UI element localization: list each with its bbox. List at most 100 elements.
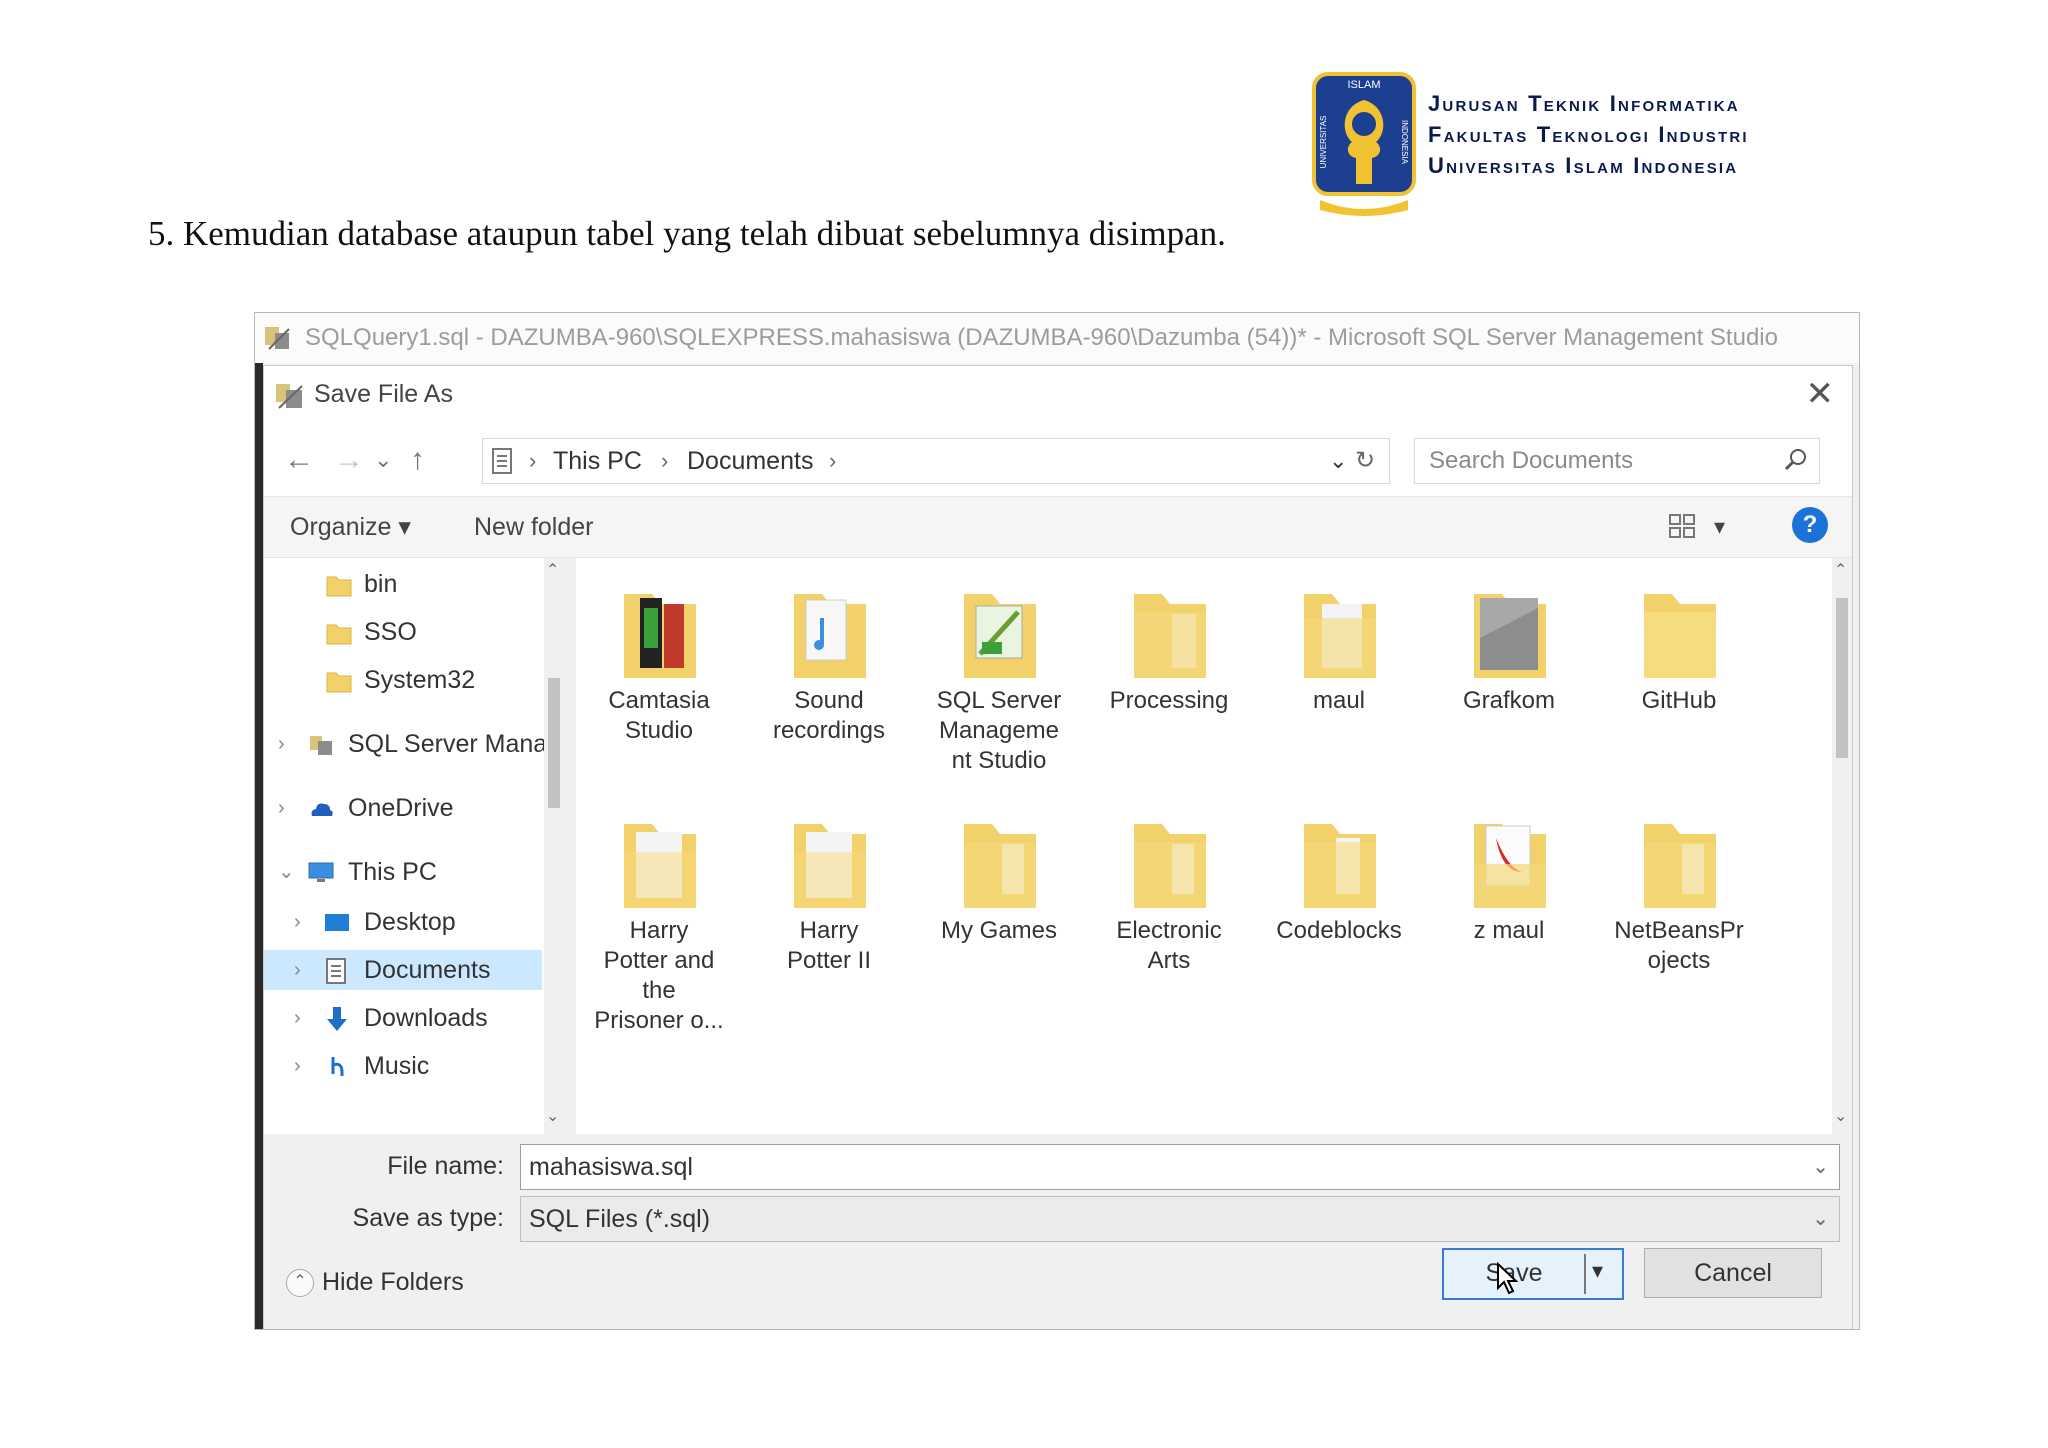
address-bar[interactable]: › This PC › Documents › ⌄ ↻ [482, 438, 1390, 484]
save-type-label: Save as type: [352, 1204, 504, 1232]
institution-line-1: Jurusan Teknik Informatika [1428, 91, 1740, 116]
nav-item-documents[interactable]: › Documents [264, 950, 542, 990]
cancel-button[interactable]: Cancel [1644, 1248, 1822, 1298]
address-dropdown-button[interactable]: ⌄ [1329, 445, 1347, 477]
search-box[interactable]: Search Documents [1414, 438, 1820, 484]
breadcrumb-this-pc[interactable]: This PC [553, 445, 642, 477]
scrollbar-thumb[interactable] [1836, 598, 1848, 758]
save-button[interactable]: Save ▾ [1442, 1248, 1624, 1300]
chevron-right-icon[interactable]: › [294, 950, 301, 990]
nav-item-bin[interactable]: bin [264, 564, 564, 604]
logo-text-top: ISLAM [1347, 79, 1380, 91]
up-button[interactable]: ↑ [410, 438, 425, 482]
nav-item-system32[interactable]: System32 [264, 660, 564, 700]
documents-icon [492, 448, 512, 474]
institution-header: Jurusan Teknik Informatika Fakultas Tekn… [1428, 88, 1749, 181]
editor-edge [255, 363, 263, 1329]
desktop-icon [325, 914, 349, 931]
scroll-up-icon[interactable]: ⌃ [546, 560, 559, 580]
recent-locations-button[interactable]: ⌄ [374, 438, 392, 482]
chevron-down-icon[interactable]: ⌄ [278, 852, 295, 892]
dialog-title: Save File As [314, 380, 453, 408]
chevron-right-icon[interactable]: › [294, 902, 301, 942]
folder-icon [1304, 594, 1376, 678]
nav-item-desktop[interactable]: › Desktop [264, 902, 564, 942]
breadcrumb-separator-icon: › [829, 448, 837, 473]
folder-icon [624, 824, 696, 908]
grafkom-folder-icon [1474, 594, 1546, 678]
navigation-bar: ← → ⌄ ↑ › This PC › Documents › ⌄ ↻ Sear… [264, 426, 1852, 496]
scrollbar-thumb[interactable] [548, 678, 560, 808]
command-bar: Organize ▾ New folder ▾ ? [264, 496, 1852, 558]
music-folder-icon [794, 594, 866, 678]
back-button[interactable]: ← [284, 438, 314, 482]
file-list: Camtasia Studio Sound recordings SQL Ser… [576, 558, 1832, 1134]
scroll-down-icon[interactable]: ⌄ [546, 1106, 559, 1126]
refresh-button[interactable]: ↻ [1355, 445, 1375, 477]
nav-item-this-pc[interactable]: ⌄ This PC [264, 852, 564, 892]
file-name-value: mahasiswa.sql [529, 1153, 693, 1181]
cloud-icon [311, 803, 333, 816]
chevron-right-icon[interactable]: › [294, 998, 301, 1038]
file-list-scrollbar[interactable]: ⌃ ⌄ [1832, 558, 1852, 1134]
documents-icon [326, 958, 346, 984]
organize-button[interactable]: Organize ▾ [290, 511, 411, 543]
download-arrow-icon [327, 1007, 347, 1031]
forward-button[interactable]: → [334, 438, 364, 482]
file-name-input[interactable]: mahasiswa.sql ⌄ [520, 1144, 1840, 1190]
screenshot-frame: SQLQuery1.sql - DAZUMBA-960\SQLEXPRESS.m… [254, 312, 1860, 1330]
breadcrumb-documents[interactable]: Documents [687, 445, 813, 477]
folder-icon [794, 824, 866, 908]
ssms-app-icon [265, 327, 290, 350]
chevron-down-icon[interactable]: ⌄ [1812, 1203, 1829, 1235]
nav-item-sso[interactable]: SSO [264, 612, 564, 652]
folder-icon [326, 672, 352, 693]
instruction-step: 5. Kemudian database ataupun tabel yang … [148, 214, 1226, 253]
save-type-select[interactable]: SQL Files (*.sql) ⌄ [520, 1196, 1840, 1242]
close-button[interactable]: ✕ [1806, 374, 1835, 414]
nav-item-downloads[interactable]: › Downloads [264, 998, 564, 1038]
sql-folder-icon [964, 594, 1036, 678]
folder-icon [326, 576, 352, 597]
folder-icon [1134, 824, 1206, 908]
logo-text-right: INDONESIA [1400, 120, 1409, 165]
mouse-cursor-icon [1497, 1262, 1519, 1295]
file-name-label: File name: [387, 1152, 504, 1180]
nav-item-sql-server-management[interactable]: › SQL Server Manag [264, 724, 564, 764]
scroll-up-icon[interactable]: ⌃ [1834, 560, 1847, 580]
navigation-pane: bin SSO System32 › SQL Server Manag › On… [264, 558, 564, 1134]
folder-icon [964, 824, 1036, 908]
breadcrumb-separator-icon: › [529, 448, 537, 473]
folder-icon [1304, 824, 1376, 908]
chevron-down-icon[interactable]: ⌄ [1812, 1151, 1829, 1183]
view-options-icon[interactable] [1668, 513, 1696, 539]
dialog-title-bar: Save File As ✕ [264, 366, 1852, 426]
folder-icon [1644, 594, 1716, 678]
folder-icon [326, 624, 352, 645]
new-folder-button[interactable]: New folder [474, 511, 594, 543]
institution-line-3: Universitas Islam Indonesia [1428, 153, 1739, 178]
nav-item-music[interactable]: › Music [264, 1046, 564, 1086]
navigation-pane-scrollbar[interactable]: ⌃ ⌄ [544, 558, 564, 1134]
chevron-right-icon[interactable]: › [278, 788, 285, 828]
ssms-title-bar: SQLQuery1.sql - DAZUMBA-960\SQLEXPRESS.m… [255, 313, 1859, 363]
hide-folders-button[interactable]: ⌃ Hide Folders [286, 1266, 464, 1298]
chevron-right-icon[interactable]: › [278, 724, 285, 764]
save-options-arrow[interactable]: ▾ [1592, 1258, 1603, 1284]
hide-folders-label: Hide Folders [322, 1268, 464, 1296]
scroll-down-icon[interactable]: ⌄ [1834, 1106, 1847, 1126]
folder-icon [1134, 594, 1206, 678]
institution-line-2: Fakultas Teknologi Industri [1428, 122, 1749, 147]
search-icon [1784, 449, 1806, 471]
chevron-right-icon[interactable]: › [294, 1046, 301, 1086]
music-note-icon [331, 1057, 344, 1076]
help-button[interactable]: ? [1792, 507, 1828, 543]
save-file-dialog: Save File As ✕ ← → ⌄ ↑ › This PC › Docum… [263, 365, 1853, 1329]
nav-item-onedrive[interactable]: › OneDrive [264, 788, 564, 828]
monitor-icon [308, 862, 334, 882]
ssms-icon [310, 736, 332, 755]
view-menu-arrow[interactable]: ▾ [1714, 511, 1725, 543]
pdf-folder-icon [1474, 824, 1546, 908]
folder-icon [1644, 824, 1716, 908]
split-divider [1584, 1254, 1586, 1294]
